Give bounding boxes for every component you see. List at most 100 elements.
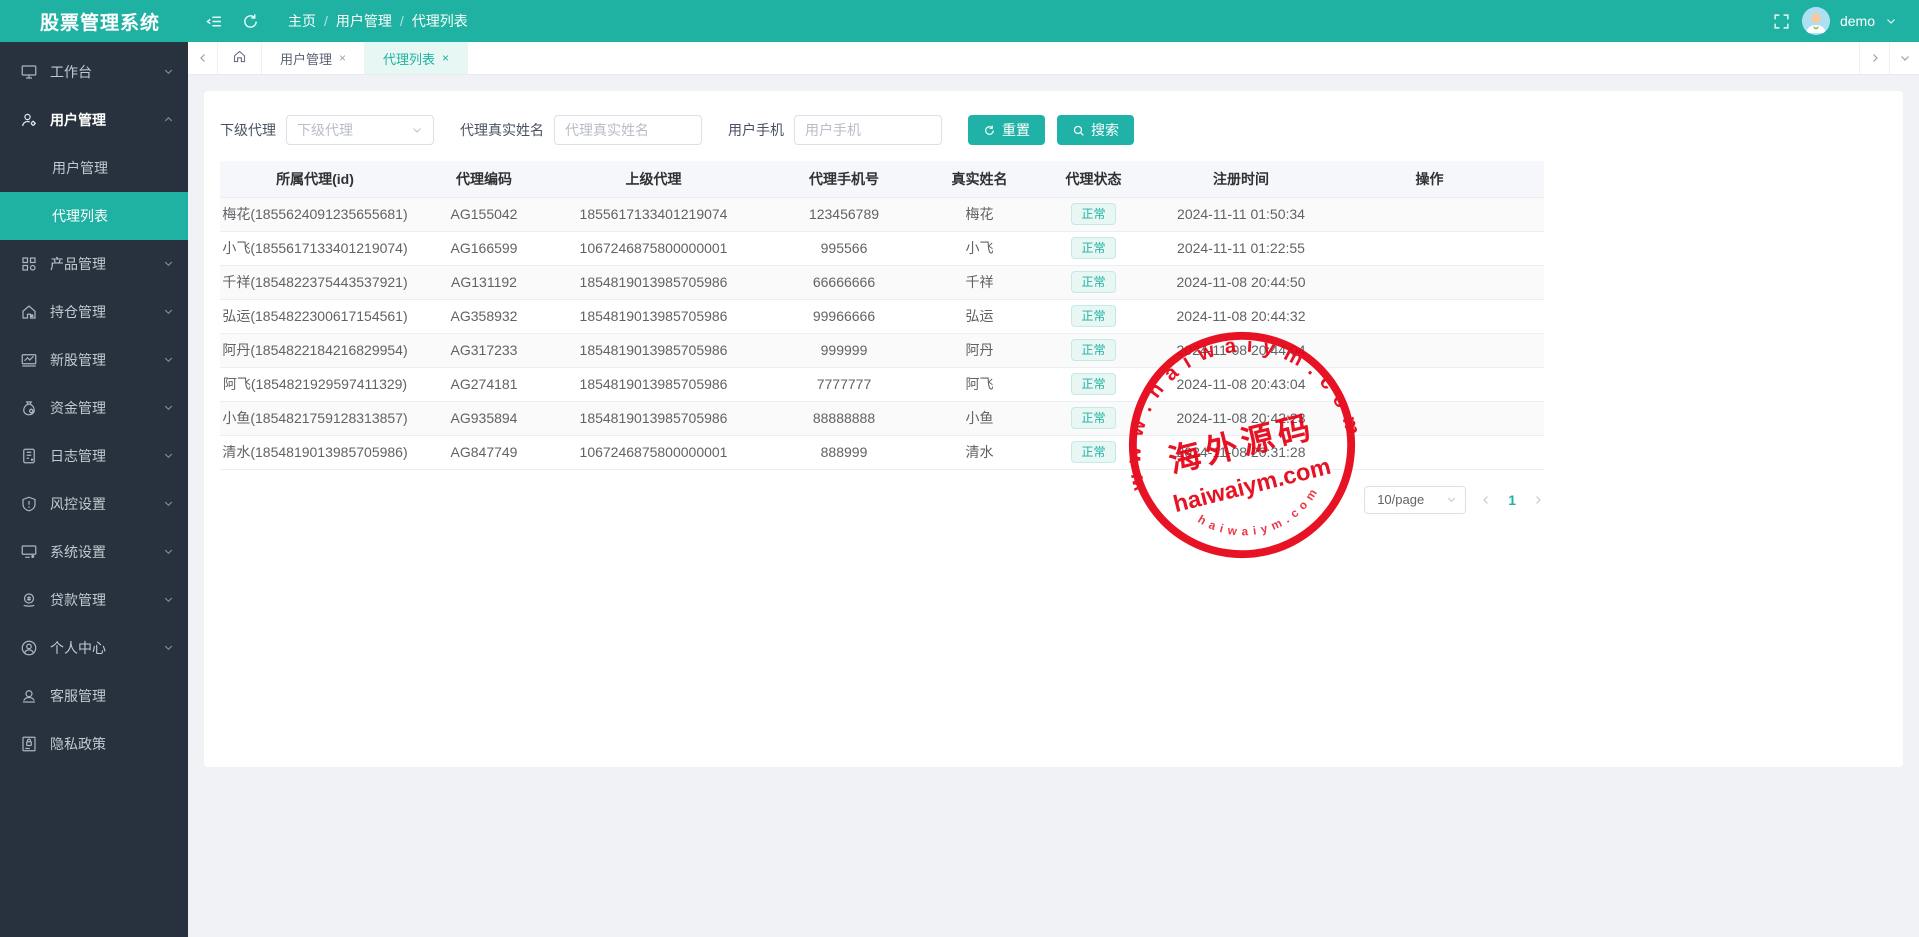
chevron-down-icon: [163, 304, 174, 320]
agent-select-input[interactable]: [297, 122, 411, 138]
phone-input[interactable]: [805, 122, 931, 138]
sidebar-item-risk-settings[interactable]: 风控设置: [0, 480, 188, 528]
table-cell: 小鱼(1854821759128313857): [220, 401, 410, 436]
table-cell: [1315, 299, 1544, 334]
table-cell: 123456789: [749, 197, 939, 232]
chevron-down-icon: [1446, 494, 1457, 505]
table-cell: 阿飞(1854821929597411329): [220, 367, 410, 402]
table-cell: 88888888: [749, 401, 939, 436]
money-bag-icon: [20, 399, 38, 417]
prev-page-icon[interactable]: [1480, 494, 1492, 506]
avatar[interactable]: [1801, 7, 1830, 35]
realname-input[interactable]: [565, 122, 691, 138]
sidebar-item-privacy-policy[interactable]: 隐私政策: [0, 720, 188, 768]
chevron-down-icon: [163, 256, 174, 272]
chevron-down-icon: [163, 592, 174, 608]
table-cell: 2024-11-08 20:43:04: [1167, 367, 1315, 402]
sidebar-subitem-agent-list[interactable]: 代理列表: [0, 192, 188, 240]
table-cell: 2024-11-08 20:44:04: [1167, 333, 1315, 368]
table-cell: [1315, 367, 1544, 402]
page-size-select[interactable]: 10/page: [1364, 485, 1467, 514]
table-cell: 2024-11-11 01:50:34: [1167, 197, 1315, 232]
sidebar-item-new-stock-management[interactable]: 新股管理: [0, 336, 188, 384]
agent-select[interactable]: [286, 115, 434, 145]
table-row: 阿飞(1854821929597411329) AG274181 185481901…: [220, 367, 1544, 402]
chevron-up-icon: [163, 112, 174, 128]
sidebar-item-log-management[interactable]: 日志管理: [0, 432, 188, 480]
breadcrumb-user-mgmt[interactable]: 用户管理: [336, 11, 392, 31]
sidebar-item-customer-service[interactable]: 客服管理: [0, 672, 188, 720]
table-cell: 正常: [1020, 231, 1167, 266]
table-header-cell: 操作: [1315, 161, 1544, 198]
grid-icon: [20, 255, 38, 273]
sidebar-item-funds-management[interactable]: 资金管理: [0, 384, 188, 432]
status-badge: 正常: [1071, 271, 1116, 293]
phone-field[interactable]: [794, 115, 942, 145]
customer-service-icon: [20, 687, 38, 705]
breadcrumb-home[interactable]: 主页: [288, 11, 316, 31]
breadcrumb-agent-list[interactable]: 代理列表: [412, 11, 468, 31]
table-cell: 1854819013985705986: [558, 299, 749, 334]
tabs-menu-chevron-icon[interactable]: [1889, 42, 1919, 74]
close-icon[interactable]: ×: [339, 51, 346, 65]
table-row: 梅花(1855624091235655681) AG155042 185561713…: [220, 197, 1544, 232]
close-icon[interactable]: ×: [442, 51, 449, 65]
table-cell: 99966666: [749, 299, 939, 334]
table-row: 小飞(1855617133401219074) AG166599 106724687…: [220, 231, 1544, 266]
table-cell: AG317233: [410, 333, 558, 368]
refresh-icon[interactable]: [240, 11, 260, 31]
sidebar-item-loan-management[interactable]: 贷款管理: [0, 576, 188, 624]
tabs-scroll-right-icon[interactable]: [1859, 42, 1889, 74]
table-cell: 梅花(1855624091235655681): [220, 197, 410, 232]
loan-icon: [20, 591, 38, 609]
table-cell: 2024-11-08 20:44:50: [1167, 265, 1315, 300]
current-page[interactable]: 1: [1508, 492, 1516, 508]
table-row: 弘运(1854822300617154561) AG358932 185481901…: [220, 299, 1544, 334]
table-cell: 小飞(1855617133401219074): [220, 231, 410, 266]
fullscreen-icon[interactable]: [1772, 11, 1792, 31]
table-cell: 1854819013985705986: [558, 367, 749, 402]
sidebar-item-user-management[interactable]: 用户管理: [0, 96, 188, 144]
table-cell: 清水: [939, 435, 1020, 470]
table-cell: 小飞: [939, 231, 1020, 266]
chevron-down-icon: [163, 64, 174, 80]
top-bar: 股票管理系统 主页 / 用户管理 / 代理列表 demo: [0, 0, 1919, 42]
table-cell: [1315, 435, 1544, 470]
table-row: 小鱼(1854821759128313857) AG935894 185481901…: [220, 401, 1544, 436]
sidebar-item-product-management[interactable]: 产品管理: [0, 240, 188, 288]
next-page-icon[interactable]: [1532, 494, 1544, 506]
tab-bar: 用户管理 × 代理列表 ×: [188, 42, 1919, 75]
table-cell: 2024-11-08 20:44:32: [1167, 299, 1315, 334]
user-settings-icon: [20, 111, 38, 129]
realname-field[interactable]: [554, 115, 702, 145]
status-badge: 正常: [1071, 339, 1116, 361]
sidebar-item-workbench[interactable]: 工作台: [0, 48, 188, 96]
table-cell: AG166599: [410, 231, 558, 266]
system-settings-icon: [20, 543, 38, 561]
table-row: 阿丹(1854822184216829954) AG317233 185481901…: [220, 333, 1544, 368]
tab-user-management[interactable]: 用户管理 ×: [262, 42, 366, 74]
sidebar-subitem-user-management[interactable]: 用户管理: [0, 144, 188, 192]
table-cell: 1855617133401219074: [558, 197, 749, 232]
table-cell: 千祥(1854822375443537921): [220, 265, 410, 300]
tabs-scroll-left-icon[interactable]: [188, 42, 218, 74]
user-menu-chevron-icon[interactable]: [1885, 15, 1897, 27]
tab-agent-list[interactable]: 代理列表 ×: [365, 42, 469, 74]
sidebar-item-personal-center[interactable]: 个人中心: [0, 624, 188, 672]
table-cell: AG935894: [410, 401, 558, 436]
phone-filter-label: 用户手机: [728, 122, 784, 138]
search-button[interactable]: 搜索: [1057, 115, 1134, 145]
table-cell: 1067246875800000001: [558, 435, 749, 470]
status-badge: 正常: [1071, 441, 1116, 463]
tab-home[interactable]: [218, 42, 262, 74]
table-header-cell: 上级代理: [558, 161, 749, 198]
pagination: 10/page 1: [220, 485, 1544, 514]
status-badge: 正常: [1071, 305, 1116, 327]
collapse-menu-icon[interactable]: [204, 11, 224, 31]
username[interactable]: demo: [1840, 13, 1875, 29]
sidebar-item-position-management[interactable]: 持仓管理: [0, 288, 188, 336]
table-header-cell: 代理手机号: [749, 161, 939, 198]
privacy-icon: [20, 735, 38, 753]
sidebar-item-system-settings[interactable]: 系统设置: [0, 528, 188, 576]
reset-button[interactable]: 重置: [968, 115, 1045, 145]
